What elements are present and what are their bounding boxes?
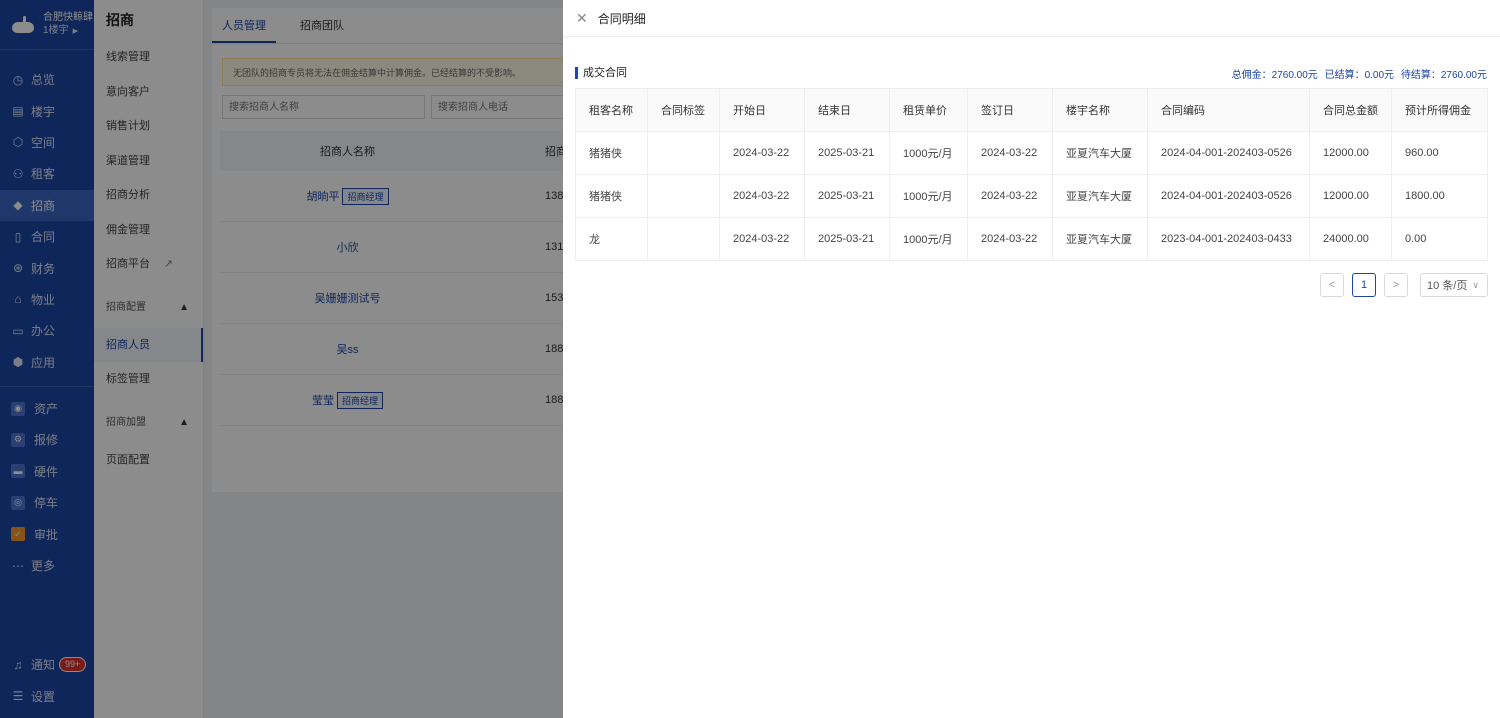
section-title: 成交合同 [575,67,627,79]
chevron-down-icon: ∨ [1472,279,1479,290]
prev-page-button[interactable]: < [1320,273,1344,297]
table-header-row: 租客名称 合同标签 开始日 结束日 租赁单价 签订日 楼宇名称 合同编码 合同总… [575,88,1488,132]
col-unit-price: 租赁单价 [889,88,968,132]
col-start-date: 开始日 [719,88,805,132]
table-row: 猪猪侠 2024-03-22 2025-03-21 1000元/月 2024-0… [575,131,1488,175]
close-icon[interactable]: ✕ [576,10,588,27]
settled-commission: 已结算：0.00元 [1324,69,1395,81]
col-building: 楼宇名称 [1052,88,1148,132]
col-tenant: 租客名称 [575,88,648,132]
drawer-header: ✕ 合同明细 [563,0,1500,37]
page-size-select[interactable]: 10 条/页 ∨ [1420,273,1488,297]
col-total-amount: 合同总金额 [1309,88,1392,132]
col-contract-tag: 合同标签 [647,88,720,132]
pagination: < 1 > 10 条/页 ∨ [1320,273,1488,297]
table-row: 龙 2024-03-22 2025-03-21 1000元/月 2024-03-… [575,217,1488,261]
col-est-commission: 预计所得佣金 [1391,88,1488,132]
page-1-button[interactable]: 1 [1352,273,1376,297]
commission-summary: 总佣金：2760.00元 已结算：0.00元 待结算：2760.00元 [1228,66,1487,81]
col-contract-code: 合同编码 [1147,88,1310,132]
contract-detail-drawer: ✕ 合同明细 成交合同 总佣金：2760.00元 已结算：0.00元 待结算：2… [563,0,1500,718]
contract-table: 租客名称 合同标签 开始日 结束日 租赁单价 签订日 楼宇名称 合同编码 合同总… [575,88,1488,261]
drawer-title: 合同明细 [597,11,646,26]
next-page-button[interactable]: > [1384,273,1408,297]
col-signed-date: 签订日 [967,88,1053,132]
col-end-date: 结束日 [804,88,890,132]
total-commission: 总佣金：2760.00元 [1231,69,1318,81]
pending-commission: 待结算：2760.00元 [1400,69,1487,81]
table-row: 猪猪侠 2024-03-22 2025-03-21 1000元/月 2024-0… [575,174,1488,218]
section-header: 成交合同 总佣金：2760.00元 已结算：0.00元 待结算：2760.00元 [575,64,1487,82]
drawer-mask[interactable] [0,0,563,718]
